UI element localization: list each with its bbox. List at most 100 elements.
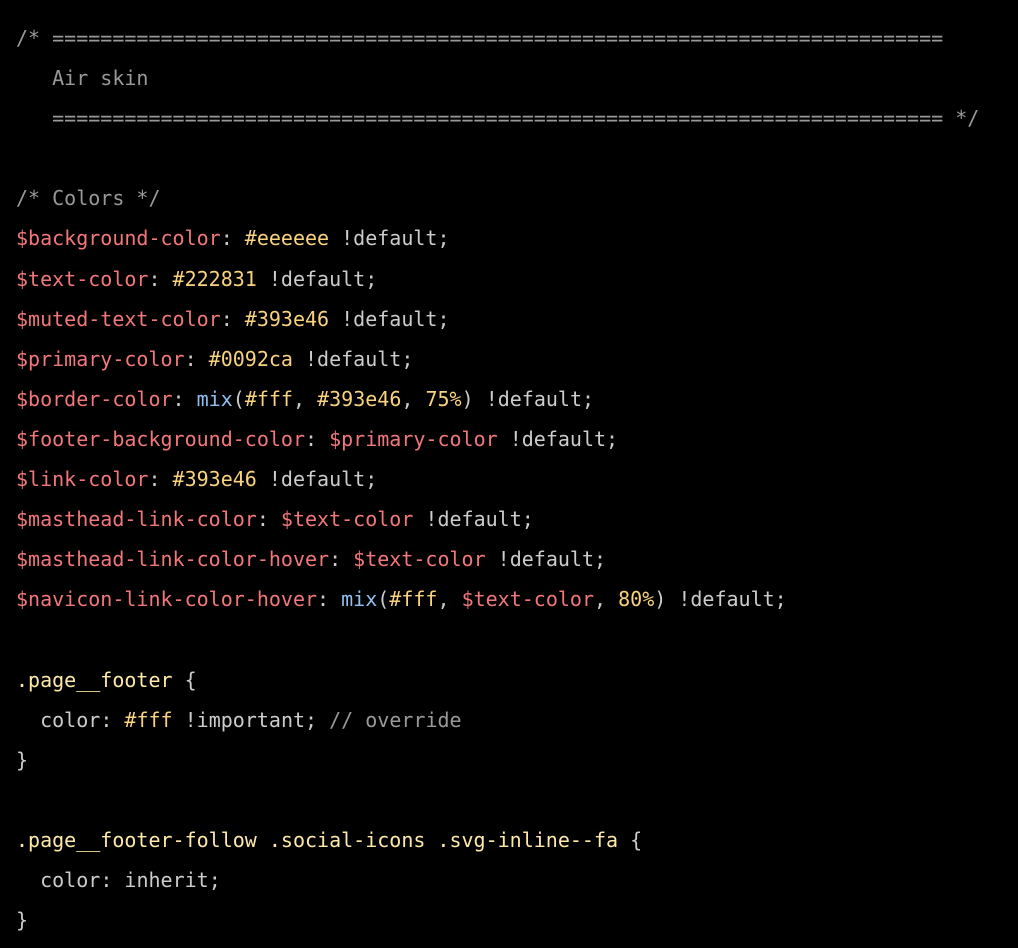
code-punctuation: ; (774, 587, 787, 612)
code-punctuation: : (220, 306, 245, 331)
code-value: #fff (389, 587, 438, 612)
code-variable: $text-color (353, 547, 486, 572)
code-line: Air skin (16, 58, 1018, 98)
code-punctuation (16, 868, 40, 892)
code-line: /* Colors */ (16, 178, 1018, 218)
code-variable: $muted-text-color (16, 306, 221, 331)
code-line: $background-color: #eeeeee !default; (16, 218, 1018, 258)
code-value: #0092ca (208, 346, 293, 371)
code-punctuation: ; (594, 547, 607, 572)
code-value: #393e46 (172, 467, 257, 492)
code-punctuation (16, 708, 40, 732)
code-flag: !default (485, 386, 583, 411)
code-line: $border-color: mix(#fff, #393e46, 75%) !… (16, 379, 1018, 419)
code-comment: // override (329, 707, 462, 732)
code-line: color: #fff !important; // override (16, 700, 1018, 740)
code-line: ========================================… (16, 98, 1018, 138)
code-comment: /* Colors */ (16, 186, 161, 211)
code-flag: !default (268, 467, 366, 492)
code-flag: !important (184, 707, 306, 732)
code-variable: $navicon-link-color-hover (16, 587, 318, 612)
code-comment: /* =====================================… (16, 26, 944, 50)
code-flag: !default (497, 547, 594, 572)
code-punctuation: ; (365, 467, 378, 492)
code-line: } (16, 740, 1018, 780)
code-value: 75% (425, 386, 462, 411)
code-line: $footer-background-color: $primary-color… (16, 419, 1018, 459)
code-punctuation: : (100, 867, 125, 892)
code-line: $link-color: #393e46 !default; (16, 459, 1018, 499)
code-variable: $footer-background-color (16, 426, 305, 451)
code-punctuation (329, 226, 341, 250)
code-variable: $masthead-link-color (16, 507, 257, 532)
code-value: #393e46 (317, 386, 402, 411)
code-punctuation: , (292, 386, 318, 411)
code-variable: $text-color (16, 266, 149, 291)
code-flag: !default (425, 507, 522, 532)
code-variable: $text-color (461, 587, 595, 612)
code-punctuation: : (184, 346, 209, 371)
code-line: $masthead-link-color: $text-color !defau… (16, 499, 1018, 539)
code-punctuation: : (317, 587, 342, 612)
code-punctuation (329, 307, 341, 331)
code-punctuation: ; (365, 266, 378, 291)
code-punctuation: : (148, 266, 173, 291)
code-viewer[interactable]: /* =====================================… (0, 0, 1018, 948)
code-value: #eeeeee (244, 226, 330, 251)
code-function: mix (341, 587, 378, 612)
code-keyword: color (40, 867, 101, 892)
code-variable: $link-color (16, 467, 149, 492)
code-punctuation: : (220, 226, 245, 251)
code-line: .page__footer { (16, 660, 1018, 700)
code-function: mix (196, 386, 233, 411)
code-line: .page__footer-follow .social-icons .svg-… (16, 820, 1018, 860)
code-variable: $masthead-link-color-hover (16, 547, 330, 572)
code-punctuation: ; (208, 867, 221, 892)
code-line: color: inherit; (16, 860, 1018, 900)
code-flag: !default (341, 306, 438, 331)
code-punctuation (293, 347, 305, 371)
code-punctuation: : (329, 547, 354, 572)
code-punctuation: ; (582, 386, 595, 411)
code-comment: Air skin (16, 66, 149, 91)
code-punctuation: ; (606, 426, 619, 451)
code-variable: $background-color (16, 226, 221, 251)
code-value: 80% (618, 587, 655, 612)
code-punctuation: , (437, 587, 462, 612)
code-punctuation: } (16, 908, 29, 933)
code-line: } (16, 900, 1018, 940)
code-flag: !default (305, 346, 402, 371)
code-selector: .page__footer-follow .social-icons .svg-… (16, 827, 619, 852)
code-keyword: inherit (124, 867, 209, 892)
code-punctuation: } (16, 747, 29, 772)
code-punctuation: { (172, 667, 197, 692)
code-variable: $primary-color (329, 426, 498, 451)
code-flag: !default (678, 587, 775, 612)
code-value: #393e46 (244, 306, 330, 331)
code-punctuation: : (148, 467, 173, 492)
code-keyword: color (40, 707, 101, 732)
code-flag: !default (341, 226, 438, 251)
code-punctuation: , (401, 386, 426, 411)
code-variable: $primary-color (16, 346, 185, 371)
code-punctuation: ( (377, 587, 390, 612)
code-punctuation (498, 427, 510, 451)
code-line: $muted-text-color: #393e46 !default; (16, 299, 1018, 339)
code-punctuation: : (256, 507, 281, 532)
code-flag: !default (268, 266, 366, 291)
code-line: /* =====================================… (16, 18, 1018, 58)
code-line: $navicon-link-color-hover: mix(#fff, $te… (16, 579, 1018, 619)
code-comment: ========================================… (16, 106, 980, 131)
code-value: #fff (124, 707, 173, 732)
code-variable: $text-color (280, 507, 414, 532)
code-punctuation (413, 507, 425, 531)
code-punctuation: ; (401, 346, 414, 371)
code-punctuation: : (100, 707, 125, 732)
code-flag: !default (509, 426, 607, 451)
code-value: #fff (244, 386, 293, 411)
code-punctuation (173, 708, 185, 732)
code-punctuation: : (172, 386, 197, 411)
code-punctuation: ; (521, 507, 534, 532)
